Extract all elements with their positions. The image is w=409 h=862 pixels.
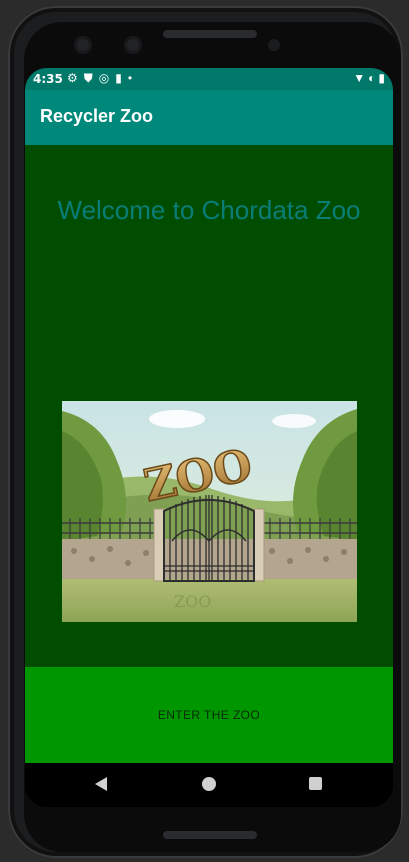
system-icons: ▼ ◐ ▮ — [353, 71, 385, 85]
app-title: Recycler Zoo — [40, 106, 154, 126]
back-icon[interactable] — [95, 777, 107, 791]
app-bar: Recycler Zoo — [25, 90, 393, 145]
speaker-grille — [163, 30, 257, 38]
sync-icon: ◎ — [98, 71, 110, 85]
sd-card-icon: ▮ — [115, 71, 122, 85]
proximity-sensor — [268, 39, 280, 51]
enter-zoo-button[interactable]: ENTER THE ZOO — [109, 697, 309, 733]
navigation-bar — [25, 763, 393, 807]
front-camera — [74, 36, 92, 54]
shield-icon: ⛊ — [83, 71, 93, 85]
main-content: Welcome to Chordata Zoo ZOO ZOO — [25, 145, 393, 667]
status-bar: 4:35 ⚙ ⛊ ◎ ▮ • ▼ ◐ ▮ — [25, 68, 393, 90]
welcome-heading: Welcome to Chordata Zoo — [57, 195, 361, 225]
zoo-gate-image: ZOO ZOO — [62, 401, 357, 622]
bottom-speaker — [163, 831, 257, 839]
front-sensor — [124, 36, 142, 54]
settings-icon: ⚙ — [67, 71, 78, 85]
zoo-shadow-text: ZOO — [174, 592, 211, 611]
phone-screen: 4:35 ⚙ ⛊ ◎ ▮ • ▼ ◐ ▮ Recycler Zoo Welcom… — [25, 68, 393, 807]
wifi-icon: ▼ — [353, 71, 366, 85]
home-icon[interactable] — [202, 777, 216, 791]
battery-icon: ▮ — [378, 71, 385, 85]
notification-icons: ⚙ ⛊ ◎ ▮ • — [67, 71, 132, 86]
data-saver-icon: ◐ — [368, 71, 376, 85]
enter-button-area: ENTER THE ZOO — [25, 667, 393, 763]
recent-apps-icon[interactable] — [309, 777, 322, 790]
dot-icon: • — [127, 71, 133, 85]
status-time: 4:35 — [33, 72, 63, 86]
